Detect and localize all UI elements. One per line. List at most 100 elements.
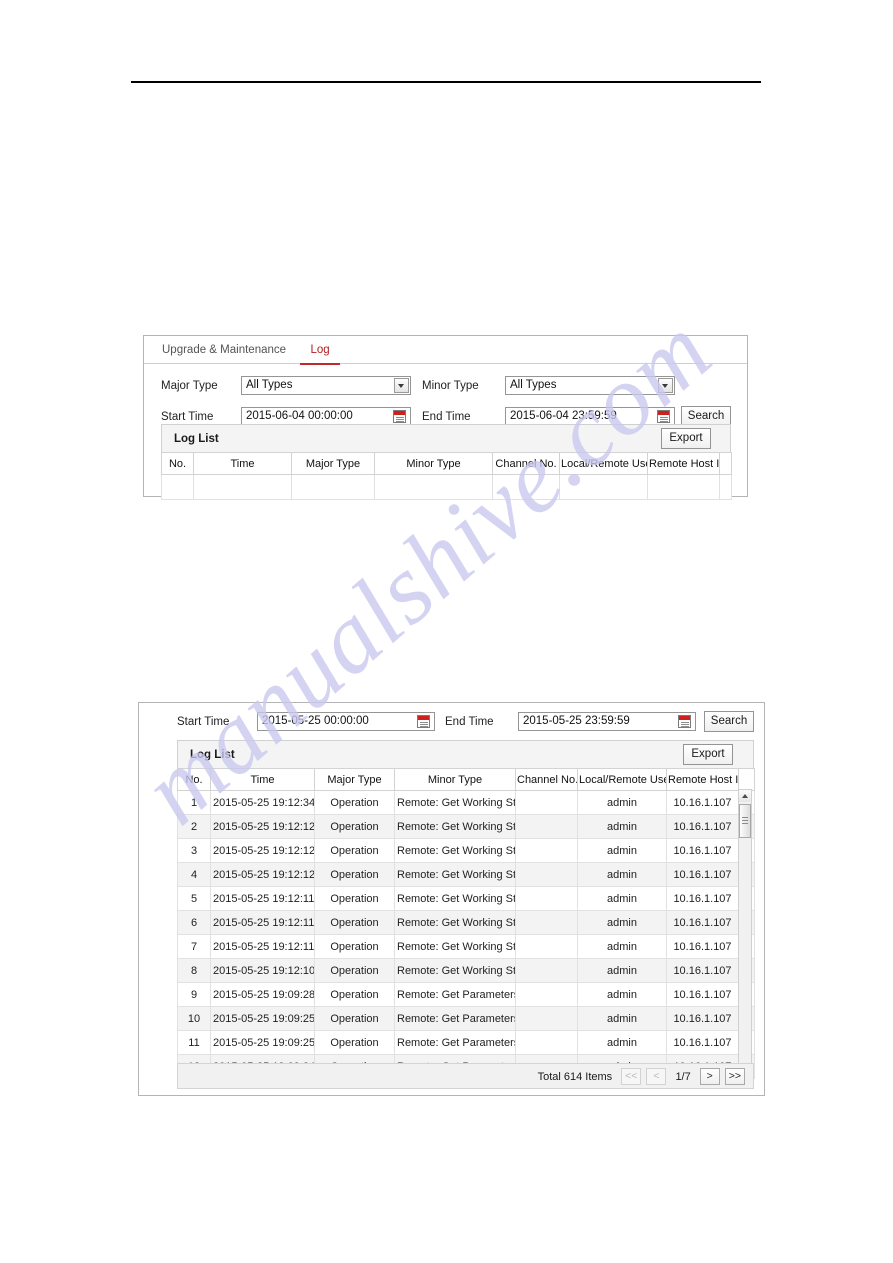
cell-time: [193, 474, 292, 500]
table-row[interactable]: 9 2015-05-25 19:09:28 Operation Remote: Get…: [177, 982, 755, 1007]
cell-remote-host-ip: 10.16.1.107: [666, 862, 739, 887]
cell-minor-type: Remote: Get Working Sta...: [394, 934, 516, 959]
cell-local-remote-user: admin: [577, 862, 667, 887]
table-row[interactable]: 1 2015-05-25 19:12:34 Operation Remote: Get…: [177, 790, 755, 815]
cell-local-remote-user: admin: [577, 790, 667, 815]
cell-no: 4: [177, 862, 211, 887]
col-remote-host-ip: Remote Host IP: [647, 452, 720, 475]
cell-minor-type: Remote: Get Working Sta...: [394, 958, 516, 983]
table-row[interactable]: 6 2015-05-25 19:12:11 Operation Remote: Get…: [177, 910, 755, 935]
cell-major-type: Operation: [314, 814, 395, 839]
col-local-remote-user: Local/Remote User: [577, 768, 667, 791]
export-button[interactable]: Export: [683, 744, 733, 765]
minor-type-select[interactable]: All Types: [505, 376, 675, 395]
start-time-label: Start Time: [177, 716, 230, 728]
search-button[interactable]: Search: [704, 711, 754, 732]
cell-channel-no: [515, 814, 578, 839]
col-major-type: Major Type: [314, 768, 395, 791]
cell-major-type: Operation: [314, 838, 395, 863]
page-indicator: 1/7: [675, 1070, 691, 1083]
cell-major-type: Operation: [314, 1030, 395, 1055]
cell-remote-host-ip: 10.16.1.107: [666, 1030, 739, 1055]
col-channel-no: Channel No.: [492, 452, 560, 475]
calendar-icon[interactable]: [678, 715, 691, 728]
cell-channel-no: [492, 474, 560, 500]
cell-minor-type: Remote: Get Working Sta...: [394, 862, 516, 887]
cell-minor-type: Remote: Get Working Sta...: [394, 886, 516, 911]
cell-remote-host-ip: 10.16.1.107: [666, 934, 739, 959]
start-time-input[interactable]: 2015-05-25 00:00:00: [257, 712, 435, 731]
col-scrollbar-spacer: [719, 452, 732, 475]
chevron-down-icon[interactable]: [394, 378, 409, 393]
calendar-icon[interactable]: [393, 410, 406, 423]
table-row[interactable]: 8 2015-05-25 19:12:10 Operation Remote: Get…: [177, 958, 755, 983]
col-scrollbar-spacer: [738, 768, 755, 791]
cell-remote-host-ip: 10.16.1.107: [666, 838, 739, 863]
header-rule: [131, 81, 761, 83]
calendar-icon[interactable]: [417, 715, 430, 728]
tab-log[interactable]: Log: [300, 337, 340, 365]
next-page-button[interactable]: >: [699, 1068, 720, 1085]
start-time-value: 2015-05-25 00:00:00: [262, 715, 369, 727]
log-table-upper: No. Time Major Type Minor Type Channel N…: [161, 452, 732, 500]
log-table-body-lower: 1 2015-05-25 19:12:34 Operation Remote: Get…: [177, 790, 755, 1079]
cell-minor-type: Remote: Get Working Sta...: [394, 814, 516, 839]
end-time-label: End Time: [445, 716, 494, 728]
scroll-up-icon[interactable]: [739, 790, 751, 802]
cell-no: 8: [177, 958, 211, 983]
cell-time: 2015-05-25 19:12:12: [210, 862, 315, 887]
major-type-value: All Types: [246, 379, 293, 391]
cell-remote-host-ip: 10.16.1.107: [666, 910, 739, 935]
cell-no: 1: [177, 790, 211, 815]
prev-page-button[interactable]: <: [646, 1068, 667, 1085]
cell-remote-host-ip: 10.16.1.107: [666, 790, 739, 815]
table-row[interactable]: 5 2015-05-25 19:12:11 Operation Remote: Get…: [177, 886, 755, 911]
first-page-button[interactable]: <<: [621, 1068, 642, 1085]
log-list-bar: Log List Export: [161, 424, 731, 452]
cell-local-remote-user: admin: [577, 958, 667, 983]
cell-channel-no: [515, 934, 578, 959]
table-row[interactable]: 7 2015-05-25 19:12:11 Operation Remote: Get…: [177, 934, 755, 959]
table-vertical-scrollbar[interactable]: [738, 789, 752, 1089]
scrollbar-thumb[interactable]: [739, 804, 751, 838]
cell-channel-no: [515, 958, 578, 983]
table-row[interactable]: 3 2015-05-25 19:12:12 Operation Remote: Get…: [177, 838, 755, 863]
cell-local-remote-user: admin: [577, 1006, 667, 1031]
table-row[interactable]: 10 2015-05-25 19:09:25 Operation Remote: Ge…: [177, 1006, 755, 1031]
cell-remote-host-ip: 10.16.1.107: [666, 814, 739, 839]
cell-no: 5: [177, 886, 211, 911]
cell-no: 3: [177, 838, 211, 863]
col-time: Time: [193, 452, 292, 475]
major-type-select[interactable]: All Types: [241, 376, 411, 395]
cell-remote-host-ip: 10.16.1.107: [666, 886, 739, 911]
end-time-input[interactable]: 2015-05-25 23:59:59: [518, 712, 696, 731]
cell-no: 11: [177, 1030, 211, 1055]
cell-remote-host-ip: 10.16.1.107: [666, 1006, 739, 1031]
cell-time: 2015-05-25 19:12:12: [210, 838, 315, 863]
cell-time: 2015-05-25 19:09:25: [210, 1030, 315, 1055]
table-row[interactable]: 2 2015-05-25 19:12:12 Operation Remote: Get…: [177, 814, 755, 839]
cell-minor-type: Remote: Get Working Sta...: [394, 838, 516, 863]
cell-no: 9: [177, 982, 211, 1007]
calendar-icon[interactable]: [657, 410, 670, 423]
cell-time: 2015-05-25 19:12:34: [210, 790, 315, 815]
end-time-value: 2015-05-25 23:59:59: [523, 715, 630, 727]
cell-local-remote-user: [559, 474, 648, 500]
cell-no: 10: [177, 1006, 211, 1031]
cell-major-type: Operation: [314, 790, 395, 815]
col-time: Time: [210, 768, 315, 791]
cell-major-type: Operation: [314, 886, 395, 911]
table-header-row: No. Time Major Type Minor Type Channel N…: [161, 452, 732, 475]
table-row[interactable]: 4 2015-05-25 19:12:12 Operation Remote: Get…: [177, 862, 755, 887]
last-page-button[interactable]: >>: [724, 1068, 745, 1085]
cell-local-remote-user: admin: [577, 838, 667, 863]
chevron-down-icon[interactable]: [658, 378, 673, 393]
table-row[interactable]: 11 2015-05-25 19:09:25 Operation Remote: Ge…: [177, 1030, 755, 1055]
cell-remote-host-ip: 10.16.1.107: [666, 982, 739, 1007]
cell-spacer: [719, 474, 732, 500]
cell-remote-host-ip: 10.16.1.107: [666, 958, 739, 983]
export-button[interactable]: Export: [661, 428, 711, 449]
cell-time: 2015-05-25 19:09:28: [210, 982, 315, 1007]
tab-upgrade-maintenance[interactable]: Upgrade & Maintenance: [152, 337, 296, 365]
log-panel-upper: Upgrade & Maintenance Log Major Type All…: [143, 335, 748, 500]
